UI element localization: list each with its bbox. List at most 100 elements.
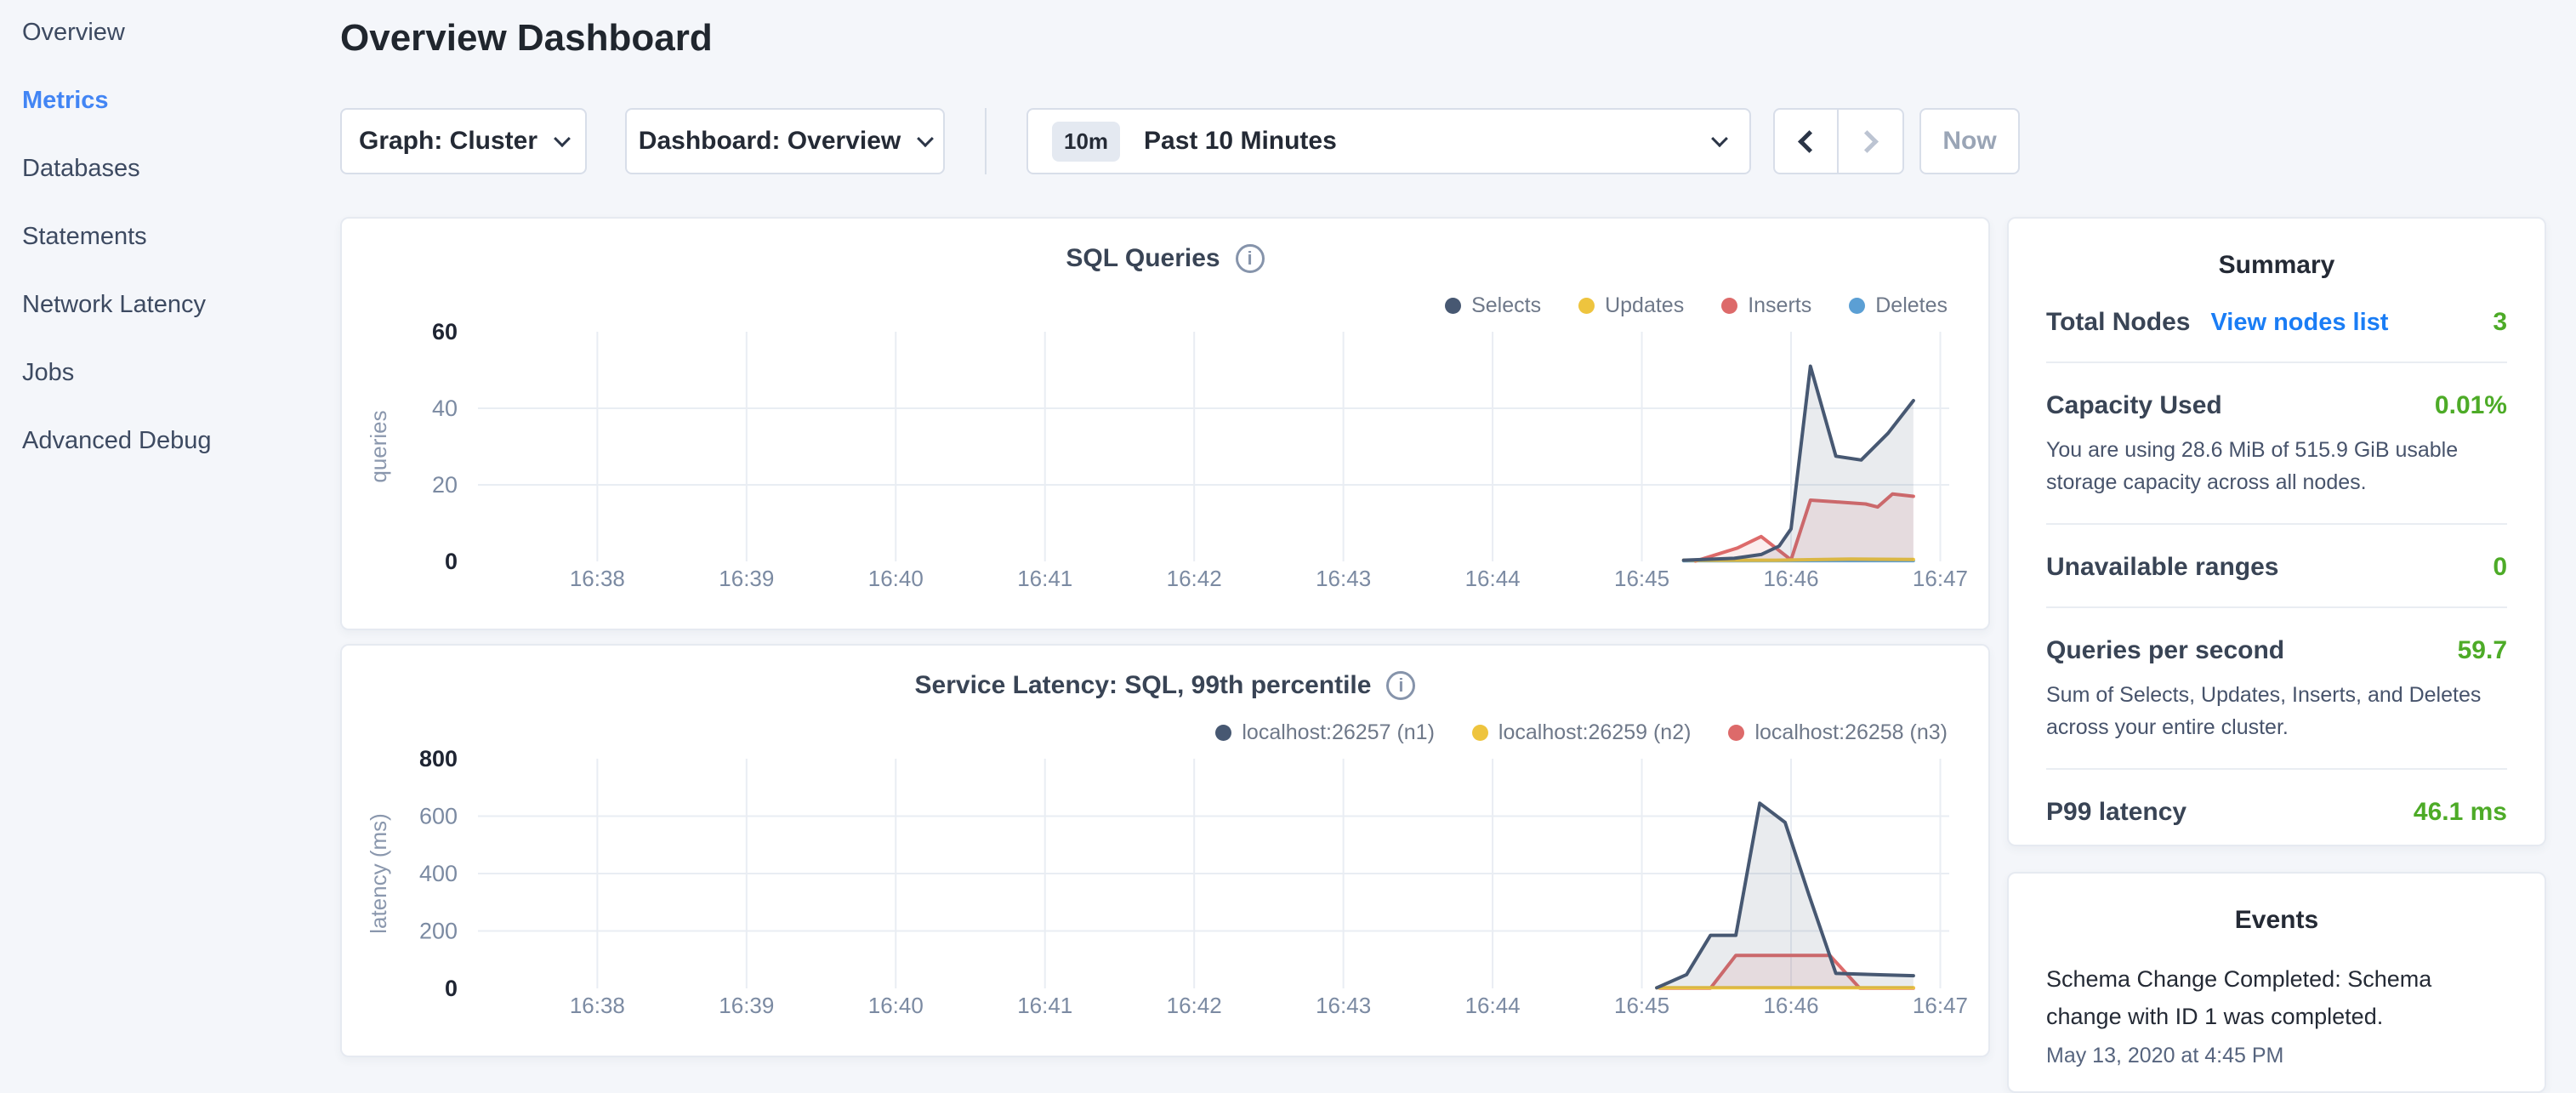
event-text: Schema Change Completed: Schema change w…: [2046, 960, 2507, 1035]
svg-text:16:41: 16:41: [1017, 566, 1072, 591]
legend-dot-icon: [1472, 725, 1488, 741]
time-range-selector[interactable]: 10m Past 10 Minutes: [1026, 108, 1751, 174]
svg-text:16:45: 16:45: [1614, 993, 1669, 1018]
summary-row-capacity-used: Capacity Used 0.01% You are using 28.6 M…: [2046, 363, 2507, 525]
graph-scope-dropdown[interactable]: Graph: Cluster: [340, 108, 587, 174]
time-next-button[interactable]: [1839, 110, 1902, 173]
svg-text:40: 40: [432, 396, 458, 421]
svg-text:16:41: 16:41: [1017, 993, 1072, 1018]
events-title: Events: [2046, 906, 2507, 935]
svg-text:16:45: 16:45: [1614, 566, 1669, 591]
svg-text:16:44: 16:44: [1465, 993, 1521, 1018]
sidebar-item-metrics[interactable]: Metrics: [22, 87, 328, 116]
svg-text:0: 0: [445, 976, 458, 1001]
legend-item: localhost:26258 (n3): [1728, 720, 1948, 745]
sidebar-item-advanced-debug[interactable]: Advanced Debug: [22, 427, 328, 456]
sql-queries-chart-panel: SQL Queries i Selects Updates Inserts Delet…: [340, 217, 1990, 630]
legend-item: localhost:26259 (n2): [1472, 720, 1692, 745]
sidebar-item-jobs[interactable]: Jobs: [22, 359, 328, 388]
event-timestamp: May 13, 2020 at 4:45 PM: [2046, 1044, 2507, 1068]
service-latency-chart-panel: Service Latency: SQL, 99th percentile i …: [340, 644, 1990, 1057]
chart-title: SQL Queries: [1066, 244, 1220, 273]
summary-row-unavailable-ranges: Unavailable ranges 0: [2046, 525, 2507, 608]
summary-row-value: 3: [2493, 308, 2507, 337]
summary-title: Summary: [2046, 251, 2507, 280]
summary-row-value: 0.01%: [2435, 391, 2507, 420]
svg-text:16:42: 16:42: [1167, 566, 1222, 591]
time-step-buttons: [1773, 108, 1904, 174]
svg-text:16:42: 16:42: [1167, 993, 1222, 1018]
dashboard-controls: Graph: Cluster Dashboard: Overview 10m P…: [340, 108, 2020, 174]
legend-item: Selects: [1445, 293, 1541, 318]
controls-divider: [985, 108, 987, 174]
sidebar-nav: Overview Metrics Databases Statements Ne…: [22, 19, 328, 495]
legend-dot-icon: [1728, 725, 1744, 741]
svg-text:200: 200: [419, 919, 458, 944]
summary-panel: Summary Total Nodes View nodes list 3 Ca…: [2007, 217, 2546, 846]
dashboard-dropdown[interactable]: Dashboard: Overview: [625, 108, 945, 174]
svg-text:queries: queries: [366, 410, 391, 482]
chevron-down-icon: [1711, 130, 1728, 147]
summary-row-value: 46.1 ms: [2414, 798, 2507, 827]
svg-text:16:40: 16:40: [868, 566, 924, 591]
graph-scope-label: Graph: Cluster: [359, 127, 537, 156]
svg-text:600: 600: [419, 804, 458, 829]
chart-title: Service Latency: SQL, 99th percentile: [915, 671, 1372, 700]
info-icon[interactable]: i: [1386, 671, 1415, 700]
chevron-down-icon: [554, 130, 571, 147]
svg-text:16:46: 16:46: [1763, 566, 1818, 591]
time-prev-button[interactable]: [1775, 110, 1839, 173]
summary-row-label: Total Nodes: [2046, 308, 2190, 337]
svg-text:16:43: 16:43: [1316, 993, 1371, 1018]
chart-legend: Selects Updates Inserts Deletes: [1445, 293, 1948, 318]
event-item: Schema Change Completed: Schema change w…: [2046, 960, 2507, 1068]
legend-dot-icon: [1445, 298, 1461, 314]
summary-row-description: Sum of Selects, Updates, Inserts, and De…: [2046, 679, 2507, 743]
legend-label: Inserts: [1748, 293, 1811, 318]
svg-text:16:43: 16:43: [1316, 566, 1371, 591]
chevron-down-icon: [917, 130, 934, 147]
view-nodes-list-link[interactable]: View nodes list: [2210, 309, 2388, 337]
time-range-badge: 10m: [1052, 122, 1120, 162]
summary-row-label: Capacity Used: [2046, 391, 2222, 420]
chart-legend: localhost:26257 (n1) localhost:26259 (n2)…: [1215, 720, 1948, 745]
chart-title-row: Service Latency: SQL, 99th percentile i: [342, 671, 1988, 700]
svg-text:16:44: 16:44: [1465, 566, 1521, 591]
legend-label: Deletes: [1875, 293, 1948, 318]
chart-title-row: SQL Queries i: [342, 244, 1988, 273]
svg-text:800: 800: [419, 746, 458, 771]
svg-text:20: 20: [432, 472, 458, 498]
summary-row-label: Queries per second: [2046, 636, 2284, 665]
svg-text:16:38: 16:38: [570, 566, 625, 591]
info-icon[interactable]: i: [1236, 244, 1265, 273]
legend-dot-icon: [1721, 298, 1737, 314]
svg-text:0: 0: [445, 549, 458, 574]
sql-queries-plot[interactable]: 16:3816:3916:4016:4116:4216:4316:4416:45…: [342, 319, 1992, 612]
summary-row-description: You are using 28.6 MiB of 515.9 GiB usab…: [2046, 434, 2507, 498]
chevron-left-icon: [1798, 130, 1821, 153]
page-title: Overview Dashboard: [340, 17, 713, 60]
sidebar-item-statements[interactable]: Statements: [22, 223, 328, 252]
summary-row-label: P99 latency: [2046, 798, 2186, 827]
svg-text:400: 400: [419, 861, 458, 886]
service-latency-plot[interactable]: 16:3816:3916:4016:4116:4216:4316:4416:45…: [342, 746, 1992, 1039]
legend-item: localhost:26257 (n1): [1215, 720, 1435, 745]
summary-row-label: Unavailable ranges: [2046, 553, 2278, 582]
time-range-label: Past 10 Minutes: [1144, 127, 1695, 156]
sidebar-item-network-latency[interactable]: Network Latency: [22, 291, 328, 320]
svg-text:16:47: 16:47: [1913, 566, 1968, 591]
legend-dot-icon: [1215, 725, 1231, 741]
now-button[interactable]: Now: [1919, 108, 2020, 174]
svg-text:16:40: 16:40: [868, 993, 924, 1018]
legend-item: Deletes: [1849, 293, 1948, 318]
dashboard-label: Dashboard: Overview: [639, 127, 901, 156]
legend-dot-icon: [1578, 298, 1595, 314]
legend-label: Updates: [1605, 293, 1684, 318]
sidebar-item-databases[interactable]: Databases: [22, 155, 328, 184]
svg-text:16:47: 16:47: [1913, 993, 1968, 1018]
svg-text:latency (ms): latency (ms): [366, 813, 391, 934]
svg-text:60: 60: [432, 319, 458, 344]
events-panel: Events Schema Change Completed: Schema c…: [2007, 872, 2546, 1093]
sidebar-item-overview[interactable]: Overview: [22, 19, 328, 48]
summary-row-queries-per-second: Queries per second 59.7 Sum of Selects, …: [2046, 608, 2507, 770]
